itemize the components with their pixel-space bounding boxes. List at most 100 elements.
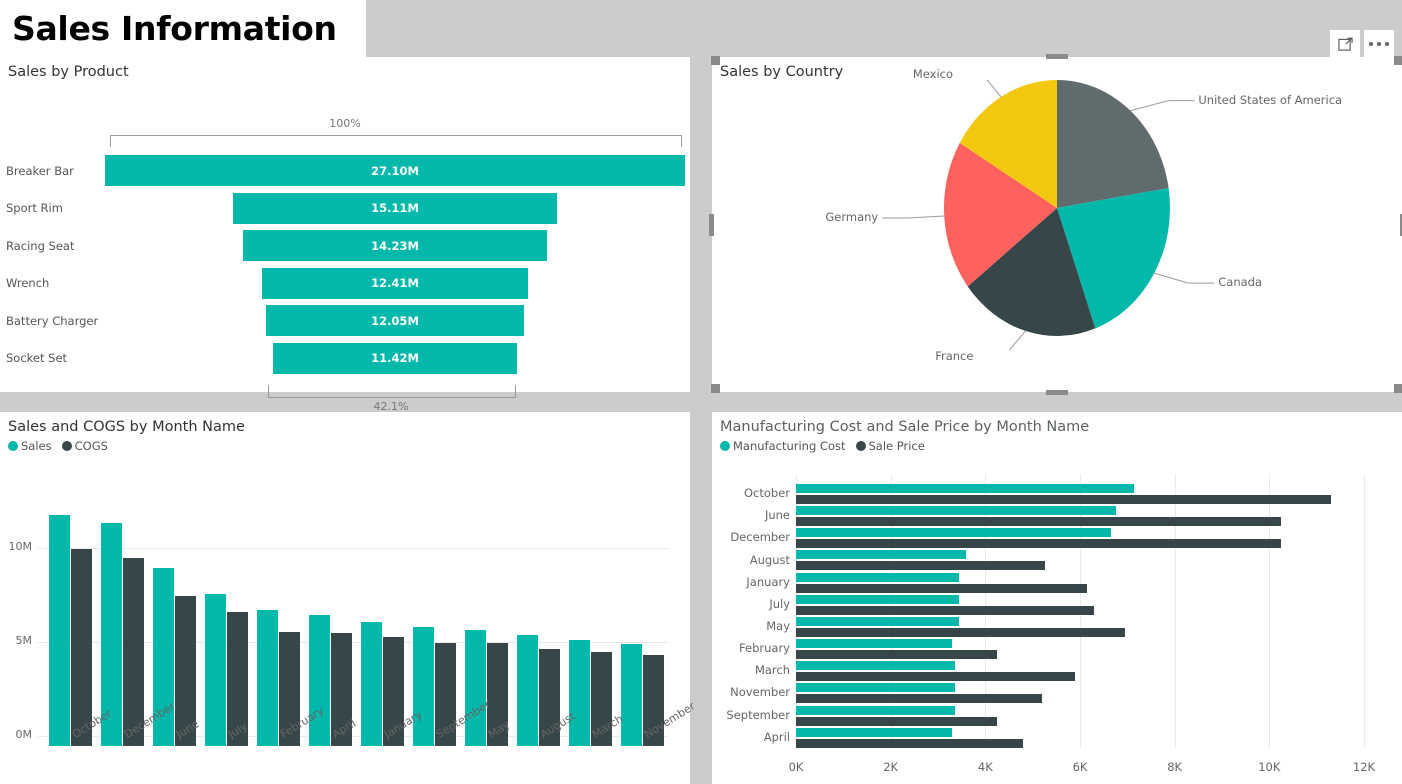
legend-color-dot <box>855 441 866 451</box>
selection-handle-tr[interactable] <box>1394 56 1402 65</box>
hbar-bar-manufacturing-cost[interactable] <box>796 594 960 604</box>
sales-and-cogs-visual[interactable]: Sales and COGS by Month Name Sales COGS 0… <box>0 412 697 784</box>
hbar-bar-sale-price[interactable] <box>796 672 1076 682</box>
column-group[interactable] <box>564 492 616 746</box>
hbar-row[interactable]: September <box>726 704 1364 726</box>
hbar-row[interactable]: May <box>766 615 1364 637</box>
hbar-bar-sale-price[interactable] <box>796 694 1043 704</box>
column-bar-sales[interactable] <box>204 593 226 746</box>
hbar-row[interactable]: June <box>765 504 1364 527</box>
hbar-bar-sale-price[interactable] <box>796 650 998 660</box>
hbar-bar-sale-price[interactable] <box>796 716 998 726</box>
legend-color-dot <box>720 441 730 451</box>
hbar-bar-sale-price[interactable] <box>796 627 1125 637</box>
x-axis-tick-label: 6K <box>1072 760 1088 774</box>
pie-leader-line <box>986 80 1002 98</box>
funnel-bar[interactable]: 12.41M <box>262 267 528 299</box>
hbar-bar-sale-price[interactable] <box>796 561 1045 571</box>
hbar-bar-sale-price[interactable] <box>796 605 1095 615</box>
hbar-bar-manufacturing-cost[interactable] <box>796 550 967 560</box>
hbar-legend-item[interactable]: Manufacturing Cost <box>720 439 846 453</box>
hbar-row[interactable]: March <box>755 659 1364 682</box>
funnel-row[interactable]: Battery Charger 12.05M <box>0 302 690 340</box>
hbar-bar-manufacturing-cost[interactable] <box>796 506 1116 516</box>
pie-slice-label: Germany <box>825 210 879 225</box>
focus-mode-button[interactable] <box>1330 30 1360 58</box>
selection-handle-bl[interactable] <box>711 384 720 393</box>
hbar-bar-sale-price[interactable] <box>796 495 1331 504</box>
funnel-bar[interactable]: 14.23M <box>242 230 548 261</box>
sales-by-country-visual[interactable]: Sales by Country United States of Americ… <box>709 54 1402 395</box>
hbar-category-label: March <box>754 663 790 678</box>
funnel-value-label: 12.05M <box>371 313 419 328</box>
funnel-bar[interactable]: 27.10M <box>105 155 685 186</box>
column-group[interactable] <box>252 492 304 746</box>
hbar-category-label: December <box>730 530 790 545</box>
funnel-bottom-bracket <box>268 385 516 398</box>
hbar-row[interactable]: January <box>746 571 1364 593</box>
hbar-row[interactable]: July <box>769 593 1364 615</box>
hbar-bar-manufacturing-cost[interactable] <box>796 661 955 671</box>
selection-handle-tl[interactable] <box>711 56 720 65</box>
hbar-bar-sale-price[interactable] <box>796 517 1282 527</box>
hbar-bar-manufacturing-cost[interactable] <box>796 528 1111 538</box>
hbar-row[interactable]: April <box>764 726 1364 748</box>
hbar-bar-manufacturing-cost[interactable] <box>796 705 955 715</box>
manufacturing-cost-sale-price-visual[interactable]: Manufacturing Cost and Sale Price by Mon… <box>712 412 1402 784</box>
funnel-bar[interactable]: 15.11M <box>233 192 557 224</box>
funnel-bar[interactable]: 11.42M <box>272 342 518 374</box>
y-axis-tick-label: 10M <box>8 540 33 554</box>
funnel-track: 11.42M <box>105 340 690 378</box>
hbar-legend-item[interactable]: Sale Price <box>855 439 925 453</box>
selection-handle-top[interactable] <box>1046 54 1068 59</box>
hbar-bar-manufacturing-cost[interactable] <box>796 484 1135 493</box>
hbar-row[interactable]: October <box>744 482 1364 504</box>
sales-by-product-visual[interactable]: Sales by Product 100% Breaker Bar 27.10M S… <box>0 57 690 413</box>
hbar-bar-sale-price[interactable] <box>796 583 1088 593</box>
funnel-row[interactable]: Socket Set 11.42M <box>0 340 690 378</box>
hbar-bar-manufacturing-cost[interactable] <box>796 683 955 693</box>
y-axis-tick-label: 0M <box>15 728 33 741</box>
column-group[interactable] <box>512 492 564 746</box>
hbar-bar-manufacturing-cost[interactable] <box>796 572 960 582</box>
pie-slice[interactable] <box>1057 80 1169 208</box>
hbar-category-label: April <box>763 729 790 744</box>
funnel-category-label: Sport Rim <box>6 201 63 216</box>
hbar-row[interactable]: February <box>739 637 1364 660</box>
hbar-bar-manufacturing-cost[interactable] <box>796 616 960 626</box>
x-axis-tick: September <box>408 698 492 784</box>
hbar-row[interactable]: August <box>750 548 1364 571</box>
hbar-bar-sale-price[interactable] <box>796 539 1282 549</box>
hbar-bar-manufacturing-cost[interactable] <box>796 639 953 649</box>
legend-label: Sales <box>21 439 52 453</box>
x-axis-tick: December <box>96 700 177 784</box>
hbar-bar-manufacturing-cost[interactable] <box>796 727 953 737</box>
column-legend-item[interactable]: Sales <box>8 439 52 453</box>
funnel-row[interactable]: Sport Rim 15.11M <box>0 190 690 228</box>
hbar-category-label: November <box>730 685 790 700</box>
column-group[interactable] <box>200 492 252 746</box>
funnel-track: 12.05M <box>105 302 690 340</box>
column-group[interactable] <box>616 492 668 746</box>
selection-handle-br[interactable] <box>1394 384 1402 393</box>
funnel-row[interactable]: Breaker Bar 27.10M <box>0 152 690 190</box>
funnel-row[interactable]: Racing Seat 14.23M <box>0 227 690 265</box>
hbar-bar-sale-price[interactable] <box>796 738 1024 748</box>
x-axis-tick-label: 12K <box>1352 760 1376 774</box>
hbar-row[interactable]: December <box>730 526 1364 549</box>
column-legend-item[interactable]: COGS <box>61 439 108 453</box>
column-bar-sales[interactable] <box>48 515 70 746</box>
funnel-bar[interactable]: 12.05M <box>265 305 525 336</box>
column-group[interactable] <box>44 492 96 746</box>
hbar-row[interactable]: November <box>730 681 1364 704</box>
more-options-button[interactable] <box>1364 30 1394 58</box>
column-bar-cogs[interactable] <box>70 548 92 746</box>
selection-handle-bottom[interactable] <box>1046 390 1068 395</box>
ellipsis-icon <box>1369 42 1389 46</box>
column-x-axis-labels: October December June July February April Janu… <box>44 698 697 784</box>
column-group[interactable] <box>356 492 408 746</box>
selection-handle-left[interactable] <box>709 214 714 236</box>
funnel-value-label: 14.23M <box>371 238 419 253</box>
funnel-row[interactable]: Wrench 12.41M <box>0 265 690 303</box>
x-axis-tick-label: 2K <box>883 760 899 774</box>
